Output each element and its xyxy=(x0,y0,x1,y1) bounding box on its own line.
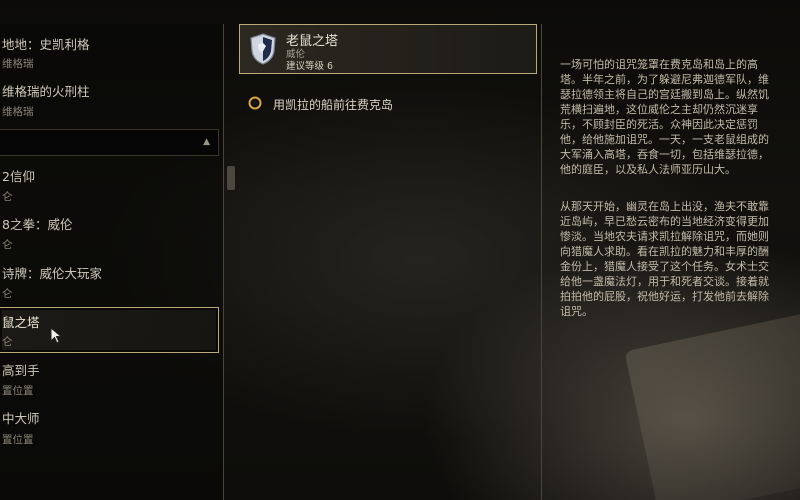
cursor-icon xyxy=(50,327,63,344)
quest-list-panel: 地地：史凯利格 维格瑞 维格瑞的火刑柱 维格瑞 ▲ 2信仰 仑 8之拳：威伦 仑… xyxy=(0,24,224,500)
selected-quest-region: 仑 xyxy=(2,336,13,348)
quest-list-item-region: 维格瑞 xyxy=(2,58,34,70)
quest-description-panel: 一场可怕的诅咒笼罩在费克岛和岛上的高 塔。半年之前，为了躲避尼弗迦德军队，维 瑟… xyxy=(541,24,800,500)
quest-list-item-region: 仑 xyxy=(2,191,13,203)
quest-list-item[interactable]: 2信仰 xyxy=(2,166,222,185)
quest-list-item[interactable]: 维格瑞的火刑柱 xyxy=(2,81,222,100)
quest-list-item[interactable]: 高到手 xyxy=(2,360,222,379)
quest-list-item-region: 仑 xyxy=(2,239,13,251)
quest-objective: 用凯拉的船前往费克岛 xyxy=(247,95,537,113)
quest-list-scrollbar[interactable] xyxy=(225,24,237,500)
objective-text: 用凯拉的船前往费克岛 xyxy=(273,98,394,112)
shield-icon xyxy=(250,33,276,65)
description-paragraph-2: 从那天开始，幽灵在岛上出没，渔夫不敢靠 近岛屿，早已愁云密布的当地经济变得更加 … xyxy=(560,200,769,318)
quest-list-item-region: 仑 xyxy=(2,288,13,300)
quest-suggested-level: 建议等级 6 xyxy=(286,61,334,72)
quest-list-item-region: 维格瑞 xyxy=(2,106,34,118)
quest-list-item-location[interactable]: 地地：史凯利格 xyxy=(2,34,222,53)
chevron-up-icon: ▲ xyxy=(203,137,210,147)
selected-quest-label: 鼠之塔 xyxy=(2,315,40,330)
description-paragraph-1: 一场可怕的诅咒笼罩在费克岛和岛上的高 塔。半年之前，为了躲避尼弗迦德军队，维 瑟… xyxy=(560,58,769,176)
scrollbar-thumb[interactable] xyxy=(227,166,235,190)
quest-header: 老鼠之塔 威伦 建议等级 6 xyxy=(239,24,537,74)
quest-list-item-region: 置位置 xyxy=(2,385,34,397)
quest-list-item[interactable]: 8之拳：威伦 xyxy=(2,214,222,233)
quest-list-item[interactable]: 中大师 xyxy=(2,408,222,427)
quest-list-item[interactable]: 诗牌：威伦大玩家 xyxy=(2,263,222,282)
objective-marker-icon xyxy=(248,96,262,110)
quest-filter-dropdown[interactable]: ▲ xyxy=(0,129,219,156)
quest-list-item-selected[interactable]: 鼠之塔 仑 xyxy=(0,307,219,353)
quest-journal-screen: 地地：史凯利格 维格瑞 维格瑞的火刑柱 维格瑞 ▲ 2信仰 仑 8之拳：威伦 仑… xyxy=(0,0,800,500)
quest-list-item-region: 置位置 xyxy=(2,434,34,446)
